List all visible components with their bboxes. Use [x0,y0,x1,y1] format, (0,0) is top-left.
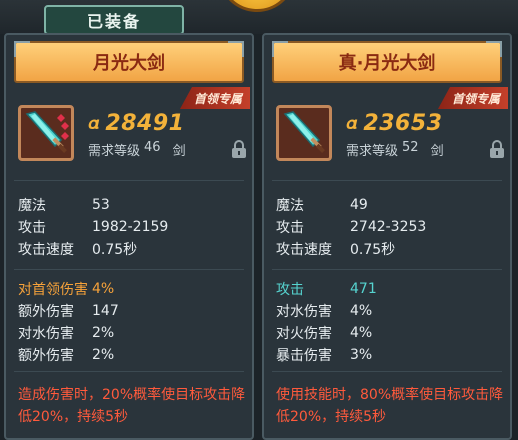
stat-row: 魔法 49 [276,194,504,216]
stat-row: 攻击 2742-3253 [276,216,504,238]
stat-value: 1982-2159 [92,219,169,235]
required-level-value: 52 [402,140,419,155]
bonus-stats: 攻击 471 对水伤害 4% 对火伤害 4% 暴击伤害 3% [276,278,504,366]
divider [272,269,502,270]
stat-label: 魔法 [18,198,46,214]
stat-row: 攻击速度 0.75秒 [18,238,246,260]
stat-row: 攻击 1982-2159 [18,216,246,238]
power-icon: 𝜶 [346,113,358,134]
divider [14,371,244,372]
sword-icon[interactable] [18,105,74,161]
divider [14,180,244,181]
sword-icon[interactable] [276,105,332,161]
boss-exclusive-badge: 首领专属 [437,87,508,109]
bonus-stats: 对首领伤害 4% 额外伤害 147 对水伤害 2% 额外伤害 2% [18,278,246,366]
bonus-label: 对火伤害 [276,326,332,342]
weapon-type: 剑 [172,144,186,159]
bonus-value: 3% [350,347,373,363]
boss-exclusive-badge: 首领专属 [179,87,250,109]
bonus-row: 额外伤害 147 [18,300,246,322]
power-value: 28491 [105,111,185,136]
divider [14,269,244,270]
bonus-value: 4% [350,325,373,341]
requirement-row: 需求等级 46 剑 [88,140,186,159]
corner-ornament [272,41,288,57]
power-value: 23653 [363,111,443,136]
bonus-value: 4% [92,281,115,297]
bonus-row: 对水伤害 4% [276,300,504,322]
required-level-label: 需求等级 [88,144,141,159]
bonus-row: 额外伤害 2% [18,344,246,366]
divider [272,371,502,372]
stat-row: 魔法 53 [18,194,246,216]
divider [272,180,502,181]
lock-icon[interactable] [231,139,247,159]
base-stats: 魔法 53 攻击 1982-2159 攻击速度 0.75秒 [18,194,246,260]
stat-value: 49 [350,197,368,213]
stat-label: 攻击速度 [18,242,74,258]
bonus-row: 对首领伤害 4% [18,278,246,300]
bonus-row: 暴击伤害 3% [276,344,504,366]
bonus-label: 对首领伤害 [18,282,88,298]
required-level-value: 46 [144,140,161,155]
requirement-row: 需求等级 52 剑 [346,140,444,159]
stat-value: 53 [92,197,110,213]
combat-power: 𝜶 28491 [88,111,184,136]
bonus-row: 攻击 471 [276,278,504,300]
bonus-row: 对水伤害 2% [18,322,246,344]
weapon-type: 剑 [430,144,444,159]
bonus-value: 2% [92,325,115,341]
stat-label: 攻击 [276,220,304,236]
card-title-banner: 真·月光大剑 [272,41,502,83]
bonus-value: 2% [92,347,115,363]
bonus-label: 攻击 [276,282,304,298]
stat-row: 攻击速度 0.75秒 [276,238,504,260]
equipped-tab[interactable]: 已装备 [44,5,184,35]
corner-ornament [14,41,30,57]
special-effect: 使用技能时，80%概率使目标攻击降低20%，持续5秒 [276,387,504,425]
bonus-row: 对火伤害 4% [276,322,504,344]
stat-label: 攻击 [18,220,46,236]
bonus-value: 4% [350,303,373,319]
equipped-label: 已装备 [86,12,141,31]
stat-label: 魔法 [276,198,304,214]
bonus-value: 471 [350,281,377,297]
bonus-label: 对水伤害 [18,326,74,342]
stat-label: 攻击速度 [276,242,332,258]
stat-value: 2742-3253 [350,219,427,235]
stat-value: 0.75秒 [350,242,396,258]
item-name: 真·月光大剑 [338,53,436,74]
equipment-card-compare: 真·月光大剑 首领专属 𝜶 23653 需求等级 52 剑 魔法 49 攻击 2… [262,33,512,440]
bonus-label: 对水伤害 [276,304,332,320]
card-title-banner: 月光大剑 [14,41,244,83]
equipment-card-current: 月光大剑 首领专属 𝜶 28491 需求等级 46 剑 魔法 53 攻击 198… [4,33,254,440]
stat-value: 0.75秒 [92,242,138,258]
corner-ornament [228,41,244,57]
corner-ornament [486,41,502,57]
bonus-value: 147 [92,303,119,319]
item-name: 月光大剑 [93,53,165,74]
required-level-label: 需求等级 [346,144,399,159]
base-stats: 魔法 49 攻击 2742-3253 攻击速度 0.75秒 [276,194,504,260]
combat-power: 𝜶 23653 [346,111,442,136]
bonus-label: 额外伤害 [18,348,74,364]
lock-icon[interactable] [489,139,505,159]
special-effect: 造成伤害时，20%概率使目标攻击降低20%，持续5秒 [18,387,246,425]
bonus-label: 暴击伤害 [276,348,332,364]
power-icon: 𝜶 [88,113,100,134]
bonus-label: 额外伤害 [18,304,74,320]
